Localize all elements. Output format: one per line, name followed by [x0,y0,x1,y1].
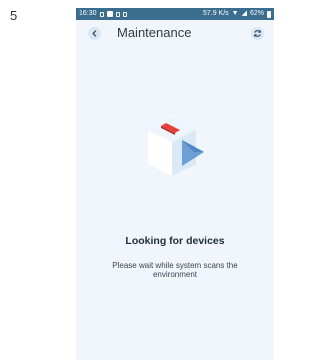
status-bar: 16:30 57.9 K/s ▼ ◢ 62% [76,8,274,20]
bluetooth-icon [115,11,120,17]
page-title: Maintenance [117,25,192,40]
notification-icon [99,11,104,17]
battery-icon [267,10,271,18]
chevron-left-icon [92,30,97,37]
message-icon [106,11,113,17]
status-bar-right: 57.9 K/s ▼ ◢ 62% [203,8,271,20]
device-box-icon [148,118,204,176]
header: Maintenance [76,20,274,46]
refresh-icon [254,30,261,37]
status-heading: Looking for devices [125,235,225,247]
status-message: Please wait while system scans the envir… [112,261,238,279]
signal-icon: ◢ [241,10,247,17]
page-number: 5 [10,8,18,23]
phone-screen: 16:30 57.9 K/s ▼ ◢ 62% Maintenance Looki… [76,8,274,360]
refresh-button[interactable] [251,27,264,40]
app-icon [122,11,127,17]
battery-percent: 62% [249,10,264,17]
back-button[interactable] [88,27,101,40]
network-speed: 57.9 K/s [202,10,229,17]
status-time: 16:30 [79,10,97,17]
status-bar-left: 16:30 [79,8,127,20]
wifi-icon: ▼ [231,10,239,17]
